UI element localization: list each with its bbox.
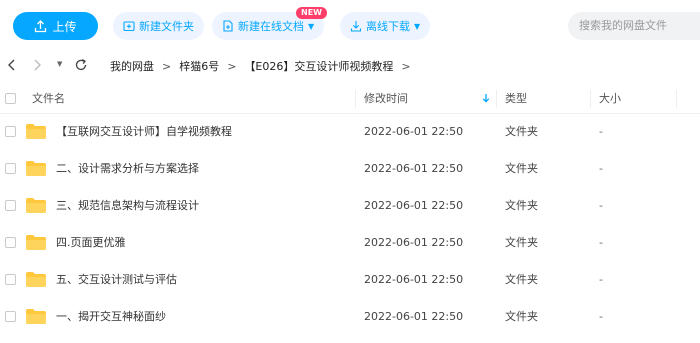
file-name[interactable]: 三、规范信息架构与流程设计 (56, 187, 199, 224)
toolbar: 上传 新建文件夹 新建在线文档 ▼ NEW 离线下载 ▼ 搜索我的网盘文件 (0, 0, 700, 50)
file-size: - (599, 162, 603, 175)
file-modified-time: 2022-06-01 22:50 (364, 310, 464, 323)
file-type: 文件夹 (505, 125, 538, 138)
folder-icon (26, 235, 46, 250)
refresh-icon[interactable] (74, 58, 88, 75)
folder-icon (26, 272, 46, 287)
column-divider (355, 90, 356, 108)
file-size: - (599, 310, 603, 323)
file-modified-time: 2022-06-01 22:50 (364, 273, 464, 286)
column-header-size[interactable]: 大小 (599, 84, 621, 114)
breadcrumb-separator: > (162, 59, 172, 73)
chevron-down-icon: ▼ (308, 21, 315, 31)
chevron-down-icon: ▼ (414, 21, 421, 31)
file-modified-time: 2022-06-01 22:50 (364, 236, 464, 249)
folder-icon (26, 309, 46, 324)
file-type: 文件夹 (505, 310, 538, 323)
file-name[interactable]: 二、设计需求分析与方案选择 (56, 150, 199, 187)
download-icon (350, 21, 362, 32)
table-row[interactable]: 二、设计需求分析与方案选择 2022-06-01 22:50 文件夹 - (0, 150, 700, 187)
table-row[interactable]: 【互联网交互设计师】自学视频教程 2022-06-01 22:50 文件夹 - (0, 113, 700, 150)
file-size: - (599, 125, 603, 138)
file-size: - (599, 273, 603, 286)
file-name[interactable]: 四.页面更优雅 (56, 224, 126, 261)
offline-download-label: 离线下载 (366, 20, 410, 33)
sort-down-icon[interactable] (482, 84, 490, 114)
row-checkbox[interactable] (5, 274, 16, 285)
folder-icon (26, 198, 46, 213)
column-divider (676, 90, 677, 108)
new-folder-icon (123, 21, 135, 32)
offline-download-button[interactable]: 离线下载 ▼ (340, 12, 431, 40)
table-row[interactable]: 五、交互设计测试与评估 2022-06-01 22:50 文件夹 - (0, 261, 700, 298)
file-modified-time: 2022-06-01 22:50 (364, 199, 464, 212)
column-header-modified[interactable]: 修改时间 (364, 84, 408, 114)
file-modified-time: 2022-06-01 22:50 (364, 125, 464, 138)
file-modified-time: 2022-06-01 22:50 (364, 162, 464, 175)
row-checkbox[interactable] (5, 237, 16, 248)
row-checkbox[interactable] (5, 163, 16, 174)
upload-icon (35, 19, 47, 32)
breadcrumb: 我的网盘 > 梓猫6号 > 【E026】交互设计师视频教程 > (110, 52, 411, 80)
breadcrumb-item-parent[interactable]: 梓猫6号 (179, 58, 219, 74)
breadcrumb-item-root[interactable]: 我的网盘 (110, 58, 154, 74)
column-header-type[interactable]: 类型 (505, 84, 527, 114)
column-header-name[interactable]: 文件名 (32, 84, 65, 114)
file-name[interactable]: 一、揭开交互神秘面纱 (56, 298, 166, 335)
select-all-checkbox[interactable] (5, 93, 16, 104)
table-row[interactable]: 三、规范信息架构与流程设计 2022-06-01 22:50 文件夹 - (0, 187, 700, 224)
column-divider (590, 90, 591, 108)
file-size: - (599, 199, 603, 212)
new-online-doc-label: 新建在线文档 (238, 20, 304, 33)
new-folder-label: 新建文件夹 (139, 20, 194, 33)
new-folder-button[interactable]: 新建文件夹 (113, 12, 204, 40)
row-checkbox[interactable] (5, 311, 16, 322)
breadcrumb-item-current[interactable]: 【E026】交互设计师视频教程 (244, 58, 393, 74)
file-type: 文件夹 (505, 273, 538, 286)
history-dropdown-icon[interactable]: ▼ (57, 60, 62, 68)
file-size: - (599, 236, 603, 249)
breadcrumb-separator: > (227, 59, 237, 73)
folder-icon (26, 161, 46, 176)
search-input[interactable]: 搜索我的网盘文件 (568, 12, 700, 40)
file-type: 文件夹 (505, 162, 538, 175)
back-icon[interactable] (7, 58, 16, 75)
row-checkbox[interactable] (5, 200, 16, 211)
new-doc-icon (223, 20, 233, 32)
folder-icon (26, 124, 46, 139)
file-type: 文件夹 (505, 236, 538, 249)
table-row[interactable]: 四.页面更优雅 2022-06-01 22:50 文件夹 - (0, 224, 700, 261)
navigation-bar: ▼ 我的网盘 > 梓猫6号 > 【E026】交互设计师视频教程 > (0, 52, 700, 80)
row-checkbox[interactable] (5, 126, 16, 137)
file-table-header: 文件名 修改时间 类型 大小 (0, 84, 700, 114)
file-name[interactable]: 【互联网交互设计师】自学视频教程 (56, 113, 232, 150)
file-type: 文件夹 (505, 199, 538, 212)
forward-icon[interactable] (33, 58, 42, 75)
table-row[interactable]: 一、揭开交互神秘面纱 2022-06-01 22:50 文件夹 - (0, 298, 700, 335)
breadcrumb-separator: > (401, 59, 411, 73)
upload-label: 上传 (52, 19, 77, 34)
new-badge: NEW (296, 7, 327, 19)
upload-button[interactable]: 上传 (13, 12, 98, 40)
column-divider (496, 90, 497, 108)
file-name[interactable]: 五、交互设计测试与评估 (56, 261, 177, 298)
